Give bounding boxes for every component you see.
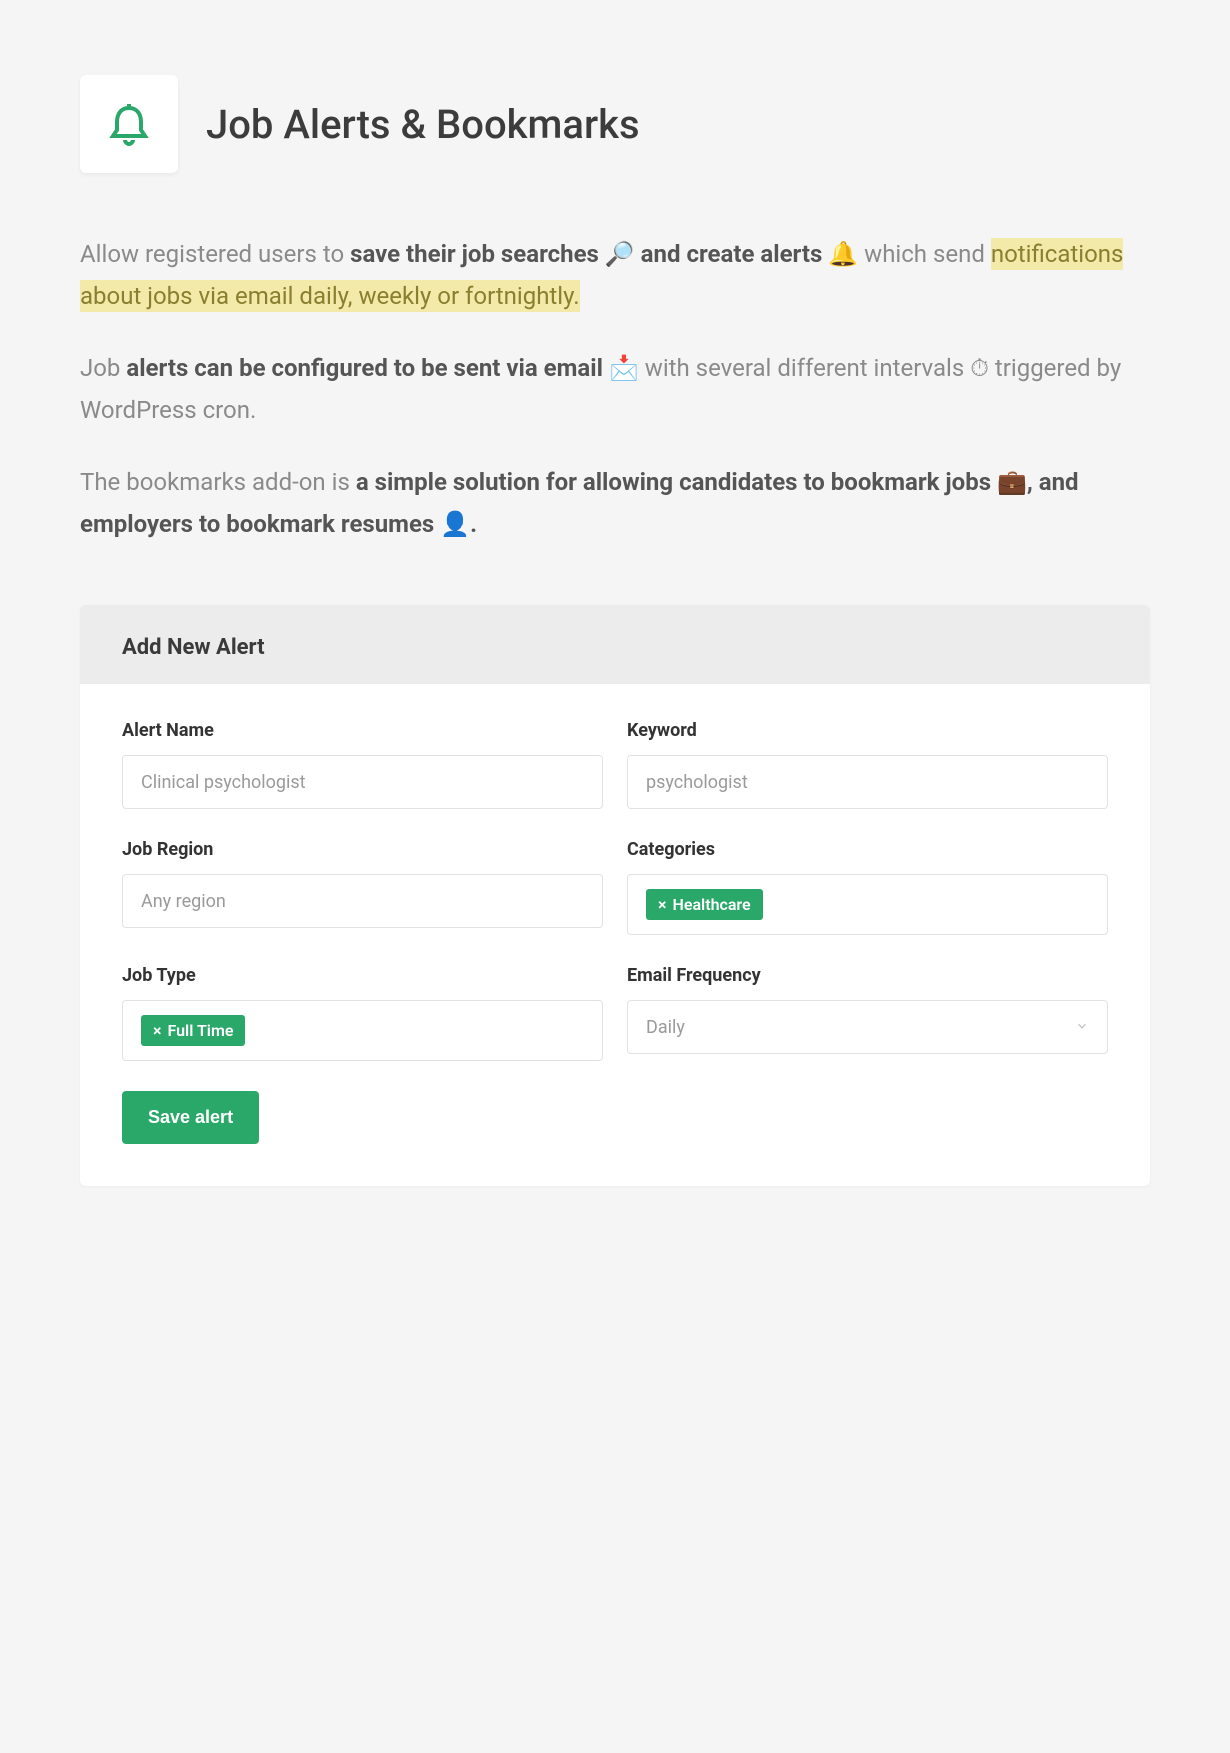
description-para-1: Allow registered users to save their job… xyxy=(80,233,1150,317)
description-para-2: Job alerts can be configured to be sent … xyxy=(80,347,1150,431)
label-job-region: Job Region xyxy=(122,839,603,860)
label-job-type: Job Type xyxy=(122,965,603,986)
form-header: Add New Alert xyxy=(80,605,1150,684)
field-email-frequency: Email Frequency Daily xyxy=(627,965,1108,1061)
form-heading: Add New Alert xyxy=(122,635,1108,660)
chevron-down-icon xyxy=(1075,1017,1089,1038)
description-block: Allow registered users to save their job… xyxy=(80,233,1150,545)
field-categories: Categories Healthcare xyxy=(627,839,1108,935)
page-header: Job Alerts & Bookmarks xyxy=(80,75,1150,173)
categories-input[interactable]: Healthcare xyxy=(627,874,1108,935)
category-tag[interactable]: Healthcare xyxy=(646,889,763,920)
label-keyword: Keyword xyxy=(627,720,1108,741)
keyword-input[interactable]: psychologist xyxy=(627,755,1108,809)
form-grid: Alert Name Clinical psychologist Keyword… xyxy=(122,720,1108,1061)
job-type-tag[interactable]: Full Time xyxy=(141,1015,245,1046)
label-email-frequency: Email Frequency xyxy=(627,965,1108,986)
form-body: Alert Name Clinical psychologist Keyword… xyxy=(80,684,1150,1186)
alert-name-input[interactable]: Clinical psychologist xyxy=(122,755,603,809)
label-alert-name: Alert Name xyxy=(122,720,603,741)
page-title: Job Alerts & Bookmarks xyxy=(206,101,640,148)
alert-form-card: Add New Alert Alert Name Clinical psycho… xyxy=(80,605,1150,1186)
field-keyword: Keyword psychologist xyxy=(627,720,1108,809)
save-alert-button[interactable]: Save alert xyxy=(122,1091,259,1144)
description-para-3: The bookmarks add-on is a simple solutio… xyxy=(80,461,1150,545)
label-categories: Categories xyxy=(627,839,1108,860)
bell-icon xyxy=(105,100,153,148)
field-job-region: Job Region Any region xyxy=(122,839,603,935)
field-alert-name: Alert Name Clinical psychologist xyxy=(122,720,603,809)
job-region-input[interactable]: Any region xyxy=(122,874,603,928)
header-icon-box xyxy=(80,75,178,173)
field-job-type: Job Type Full Time xyxy=(122,965,603,1061)
job-type-input[interactable]: Full Time xyxy=(122,1000,603,1061)
email-frequency-select[interactable]: Daily xyxy=(627,1000,1108,1054)
